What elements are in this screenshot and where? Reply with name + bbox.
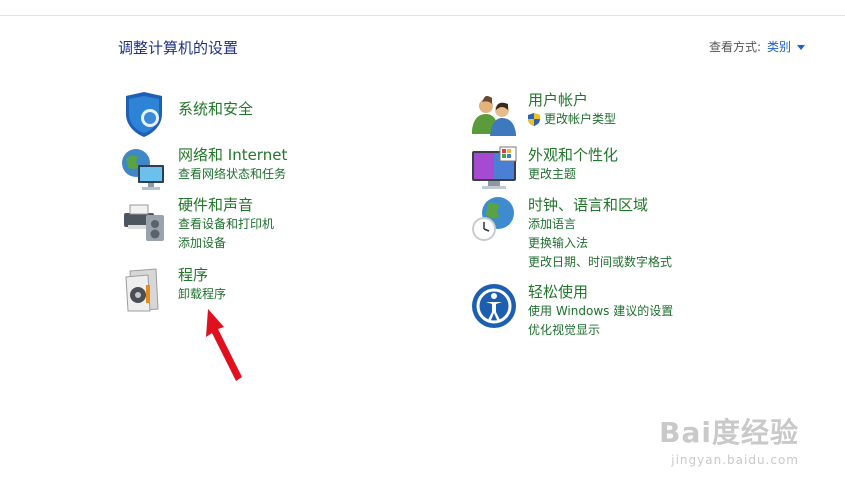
category-title-network[interactable]: 网络和 Internet [178,145,287,165]
clock-globe-icon[interactable] [470,195,518,243]
category-system-security: 系统和安全 [120,90,253,138]
category-hardware-sound: 硬件和声音 查看设备和打印机 添加设备 [120,195,274,253]
link-add-device[interactable]: 添加设备 [178,234,274,253]
link-change-theme[interactable]: 更改主题 [528,165,618,184]
link-change-input-method[interactable]: 更换输入法 [528,234,672,253]
programs-icon[interactable] [120,265,168,313]
page-title: 调整计算机的设置 [118,39,239,57]
view-by-dropdown[interactable]: 类别 [767,38,805,55]
link-view-network-status[interactable]: 查看网络状态和任务 [178,165,287,184]
category-ease-of-access: 轻松使用 使用 Windows 建议的设置 优化视觉显示 [470,282,673,340]
watermark-url: jingyan.baidu.com [671,453,799,467]
watermark-logo-text: Bai度经验 [659,416,799,449]
network-icon[interactable] [120,145,168,193]
view-by-control: 查看方式: 类别 [709,38,805,55]
category-appearance: 外观和个性化 更改主题 [470,145,618,193]
category-title-ease-of-access[interactable]: 轻松使用 [528,282,673,302]
link-optimize-visual-display[interactable]: 优化视觉显示 [528,321,673,340]
link-change-account-type-label: 更改帐户类型 [544,112,617,126]
uac-shield-icon [528,113,540,126]
top-divider [0,15,845,16]
category-title-clock-region[interactable]: 时钟、语言和区域 [528,195,672,215]
category-title-system-security[interactable]: 系统和安全 [178,99,253,119]
chevron-down-icon [797,44,805,50]
view-by-label: 查看方式: [708,40,761,54]
category-title-user-accounts[interactable]: 用户帐户 [528,90,616,110]
category-title-programs[interactable]: 程序 [178,265,226,285]
category-network: 网络和 Internet 查看网络状态和任务 [120,145,287,193]
shield-icon[interactable] [120,90,168,138]
hardware-icon[interactable] [120,195,168,243]
link-uninstall-program[interactable]: 卸载程序 [178,285,226,304]
link-change-account-type[interactable]: 更改帐户类型 [528,110,616,129]
ease-of-access-icon[interactable] [470,282,518,330]
link-windows-recommended-settings[interactable]: 使用 Windows 建议的设置 [528,302,673,321]
link-devices-printers[interactable]: 查看设备和打印机 [178,215,274,234]
category-title-appearance[interactable]: 外观和个性化 [528,145,618,165]
red-arrow-icon [200,305,250,389]
category-user-accounts: 用户帐户 更改帐户类型 [470,90,616,138]
view-by-value: 类别 [766,40,791,54]
users-icon[interactable] [470,90,518,138]
link-add-language[interactable]: 添加语言 [528,215,672,234]
category-title-hardware-sound[interactable]: 硬件和声音 [178,195,274,215]
watermark: Bai度经验 jingyan.baidu.com [659,411,799,467]
appearance-icon[interactable] [470,145,518,193]
category-clock-region: 时钟、语言和区域 添加语言 更换输入法 更改日期、时间或数字格式 [470,195,672,272]
link-change-date-time-format[interactable]: 更改日期、时间或数字格式 [528,253,672,272]
